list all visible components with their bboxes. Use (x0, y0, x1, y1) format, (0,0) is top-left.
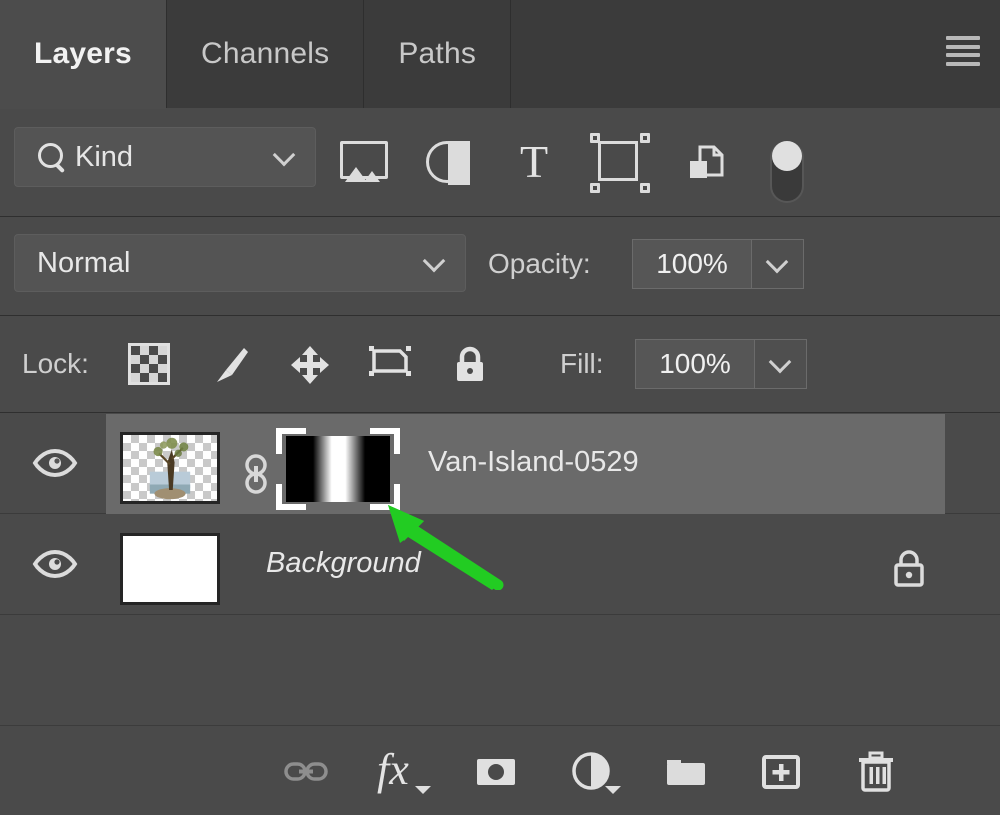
table-row[interactable]: Van-Island-0529 (0, 414, 1000, 514)
new-group-button[interactable] (662, 747, 710, 795)
layer-visibility-eye-icon[interactable] (32, 448, 78, 478)
opacity-label: Opacity: (488, 248, 591, 279)
tab-channels[interactable]: Channels (166, 0, 365, 108)
lock-all-icon[interactable] (448, 343, 492, 387)
layers-panel: Layers Channels Paths Kind T Normal Opac… (0, 0, 1000, 815)
opacity-stepper-button[interactable] (752, 239, 804, 289)
layer-visibility-eye-icon[interactable] (32, 549, 78, 579)
delete-layer-button[interactable] (852, 747, 900, 795)
filter-icon-group: T (340, 109, 814, 217)
lock-artboard-nesting-icon[interactable] (368, 343, 412, 387)
filter-kind-label: Kind (75, 140, 134, 173)
new-layer-button[interactable] (757, 747, 805, 795)
hamburger-menu-icon[interactable] (946, 36, 980, 66)
layers-bottom-toolbar: fx (0, 725, 1000, 815)
add-layer-mask-button[interactable] (472, 747, 520, 795)
lock-row: Lock: Fill: 100% (0, 317, 1000, 413)
tab-paths[interactable]: Paths (364, 0, 512, 108)
layer-style-button[interactable]: fx (377, 747, 431, 795)
tab-layers-label: Layers (34, 37, 132, 70)
mask-selection-bracket-icon (276, 484, 306, 510)
filter-shape-layers-icon[interactable] (590, 133, 650, 193)
mask-selection-bracket-icon (370, 428, 400, 454)
chevron-down-icon (275, 152, 293, 162)
filter-pixel-layers-icon[interactable] (340, 141, 388, 185)
blend-mode-dropdown[interactable]: Normal (14, 234, 466, 292)
fill-stepper-button[interactable] (755, 339, 807, 389)
fill-input[interactable]: 100% (635, 339, 755, 389)
panel-tab-bar: Layers Channels Paths (0, 0, 1000, 109)
layer-mask-thumbnail[interactable] (276, 428, 400, 510)
layer-thumbnail[interactable] (120, 533, 220, 605)
lock-icon-group (128, 317, 492, 413)
link-layers-button[interactable] (282, 747, 330, 795)
tab-layers[interactable]: Layers (0, 0, 167, 109)
lock-position-icon[interactable] (288, 343, 332, 387)
filter-toggle-switch[interactable] (770, 141, 814, 203)
table-row[interactable]: Background (0, 515, 1000, 615)
filter-smart-objects-icon[interactable] (684, 141, 728, 185)
chevron-down-icon (771, 359, 789, 369)
tab-bar-filler (511, 0, 1000, 108)
search-icon (37, 142, 67, 172)
fill-label: Fill: (560, 348, 604, 379)
layer-thumbnail[interactable] (120, 432, 220, 504)
layer-name[interactable]: Background (266, 547, 421, 580)
lock-label: Lock: (22, 348, 89, 379)
tab-channels-label: Channels (200, 37, 330, 70)
lock-transparent-pixels-icon[interactable] (128, 343, 172, 387)
new-adjustment-layer-button[interactable] (567, 747, 621, 795)
chevron-down-icon (768, 259, 786, 269)
layer-list: Van-Island-0529 Background (0, 414, 1000, 724)
layer-row-highlight (106, 515, 945, 615)
filter-type-layers-icon[interactable]: T (512, 139, 556, 185)
filter-kind-dropdown[interactable]: Kind (14, 127, 316, 187)
mask-link-chain-icon[interactable] (240, 454, 272, 494)
caret-down-icon (415, 786, 431, 794)
filter-adjustment-icon[interactable] (426, 141, 470, 185)
mask-selection-bracket-icon (276, 428, 306, 454)
blend-mode-value: Normal (37, 246, 131, 279)
mask-selection-bracket-icon (370, 484, 400, 510)
layer-name[interactable]: Van-Island-0529 (428, 446, 639, 479)
tab-paths-label: Paths (398, 37, 477, 70)
blend-mode-row: Normal Opacity: 100% (0, 218, 1000, 316)
caret-down-icon (605, 786, 621, 794)
layer-filter-row: Kind T (0, 109, 1000, 217)
layer-locked-padlock-icon (890, 547, 928, 589)
lock-image-pixels-icon[interactable] (208, 343, 252, 387)
opacity-input[interactable]: 100% (632, 239, 752, 289)
chevron-down-icon (425, 258, 443, 268)
